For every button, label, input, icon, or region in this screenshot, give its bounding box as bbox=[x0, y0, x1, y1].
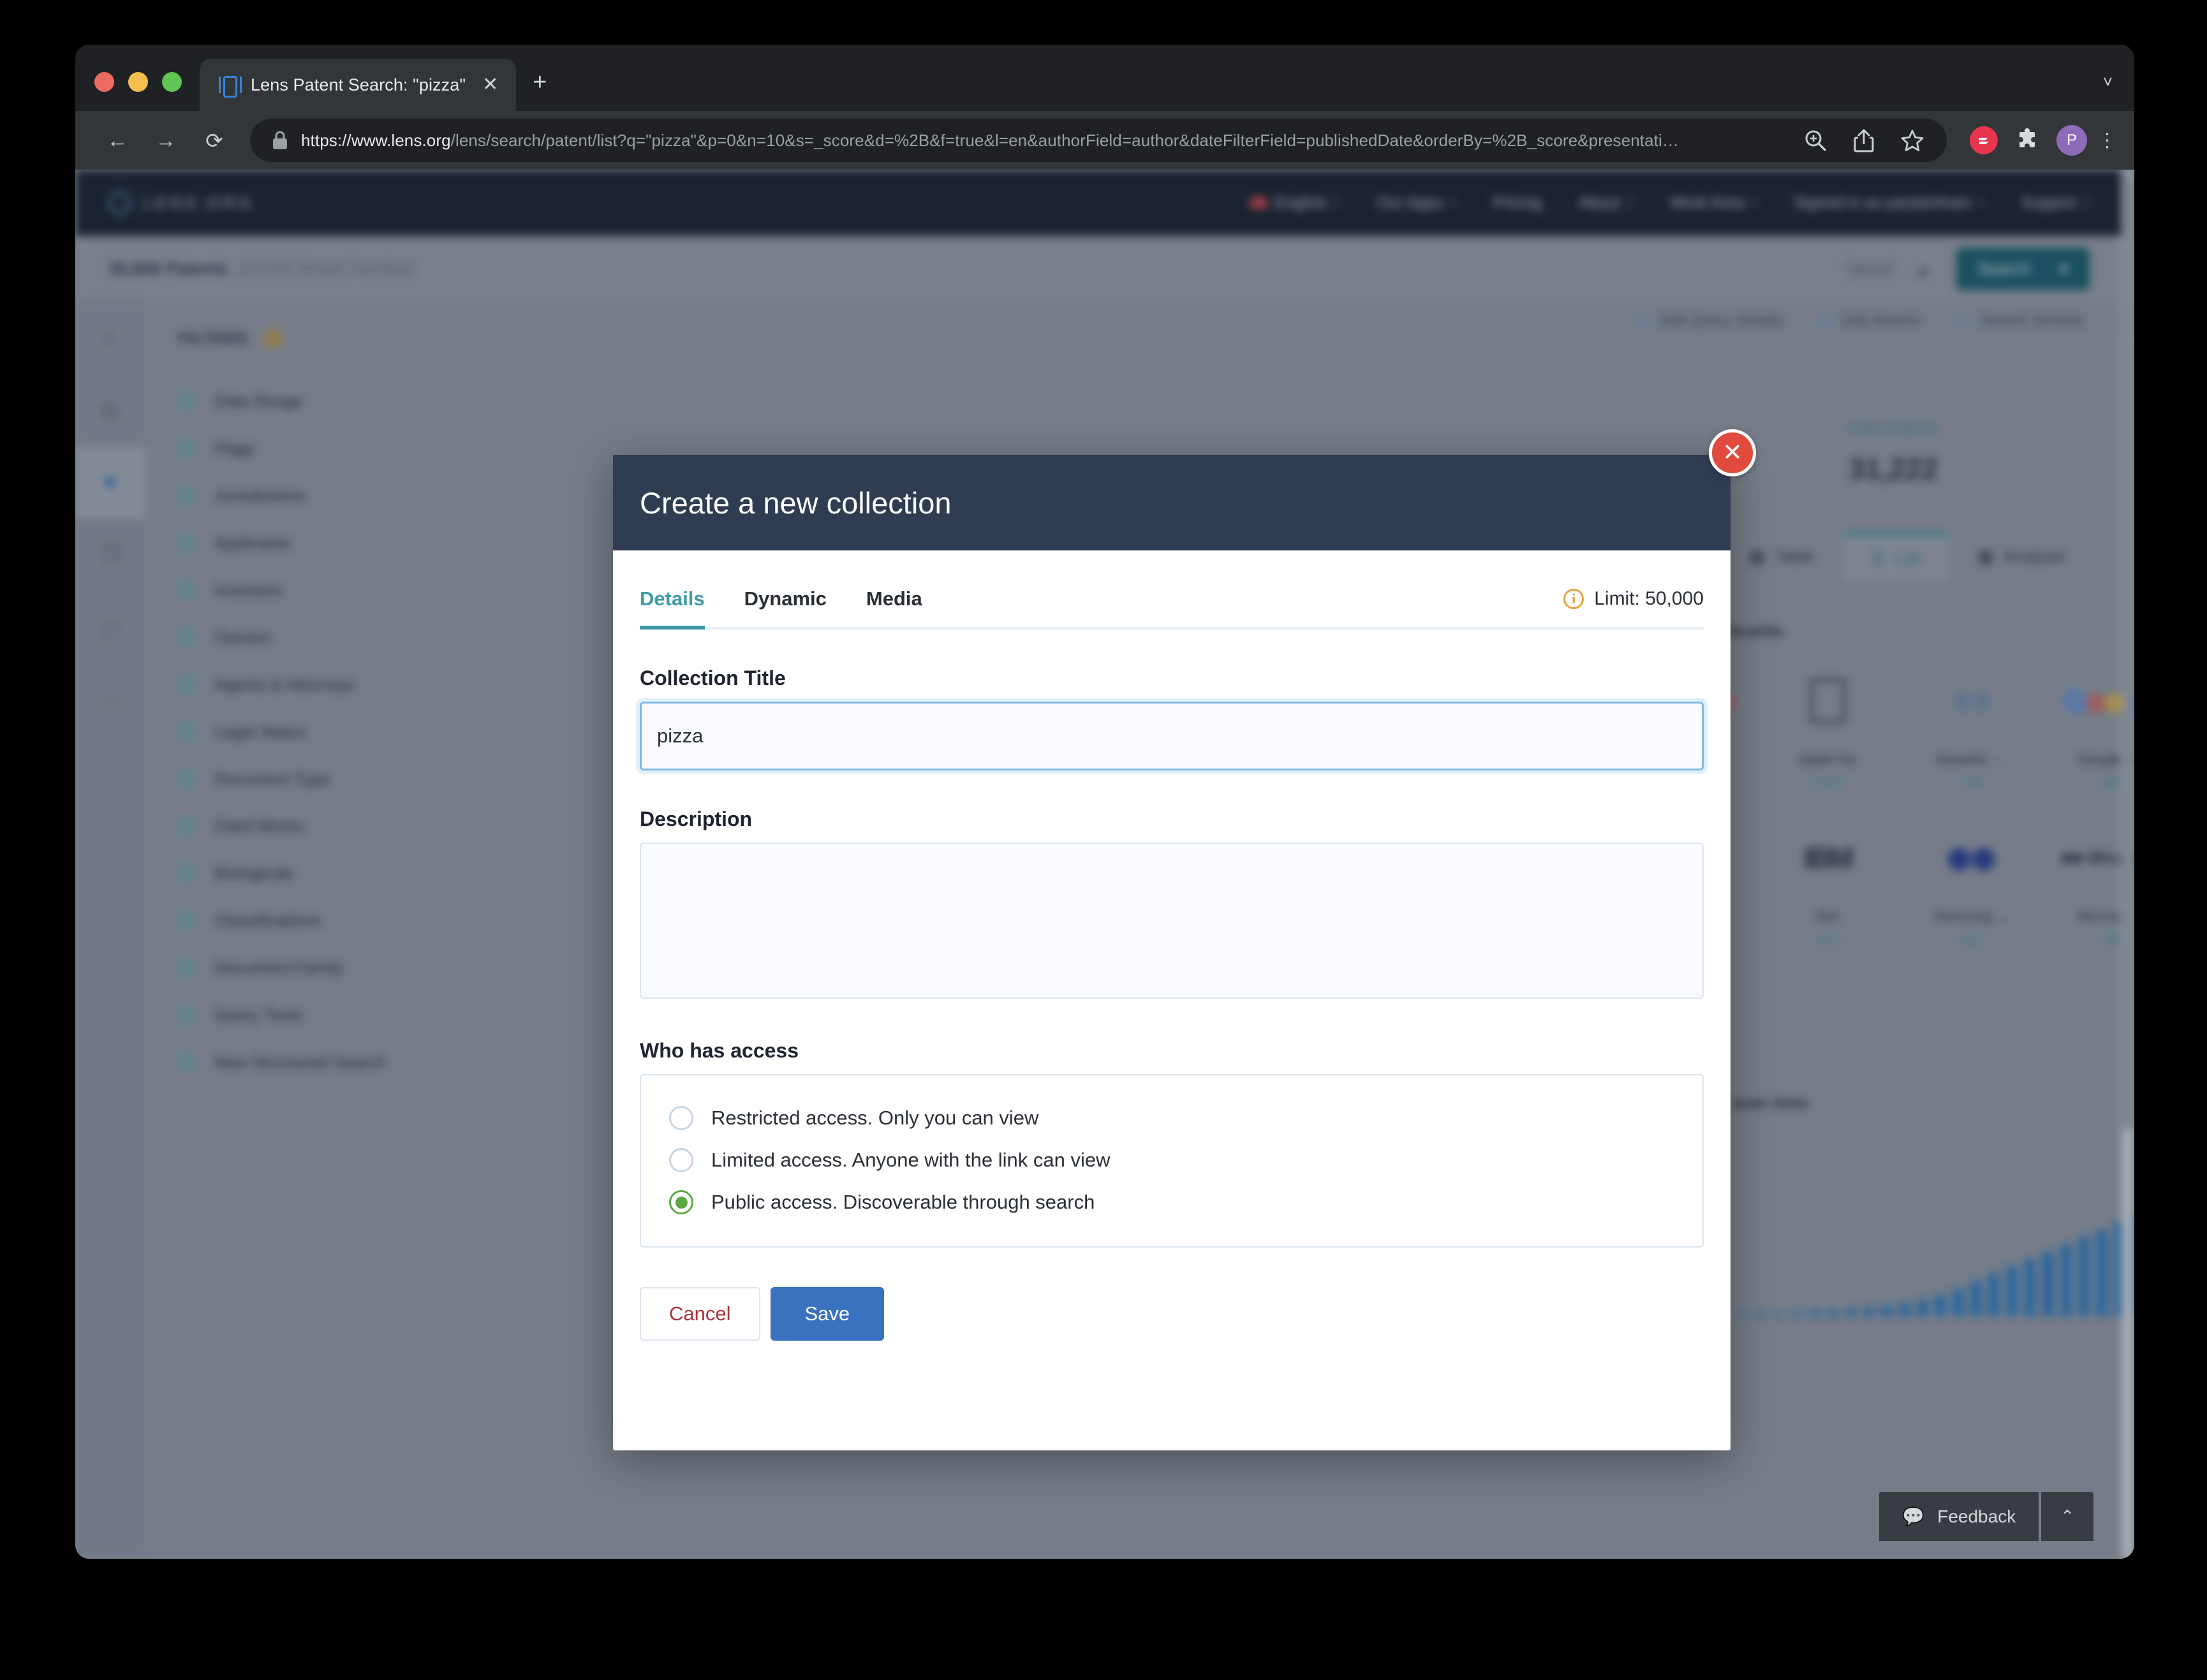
url-host: https://www.lens.org bbox=[301, 130, 451, 150]
close-window-button[interactable] bbox=[94, 72, 114, 92]
tab-media[interactable]: Media bbox=[866, 587, 922, 627]
limit-indicator: i Limit: 50,000 bbox=[1563, 588, 1704, 626]
maximize-window-button[interactable] bbox=[162, 72, 182, 92]
radio-label: Limited access. Anyone with the link can… bbox=[711, 1149, 1111, 1171]
description-input[interactable] bbox=[640, 843, 1704, 999]
forward-button[interactable]: → bbox=[142, 116, 190, 165]
radio-button[interactable] bbox=[669, 1148, 693, 1172]
radio-limited-access[interactable]: Limited access. Anyone with the link can… bbox=[669, 1139, 1674, 1181]
browser-tab-strip: Lens Patent Search: "pizza" ✕ + ˅ bbox=[75, 45, 2134, 111]
tab-details[interactable]: Details bbox=[640, 587, 705, 630]
description-label: Description bbox=[640, 807, 753, 830]
lens-favicon-icon bbox=[219, 74, 242, 98]
grammarly-extension-icon[interactable] bbox=[1970, 126, 1998, 154]
save-button[interactable]: Save bbox=[770, 1287, 885, 1341]
profile-avatar[interactable]: P bbox=[2056, 125, 2087, 156]
minimize-window-button[interactable] bbox=[128, 72, 148, 92]
back-button[interactable]: ← bbox=[93, 116, 142, 165]
modal-tabs: Details Dynamic Media i Limit: 50,000 bbox=[640, 550, 1704, 630]
radio-public-access[interactable]: Public access. Discoverable through sear… bbox=[669, 1181, 1674, 1223]
modal-actions: Cancel Save bbox=[640, 1287, 1704, 1341]
collection-title-label: Collection Title bbox=[640, 667, 786, 689]
create-collection-modal: ✕ Create a new collection Details Dynami… bbox=[613, 429, 1756, 1450]
tab-dynamic[interactable]: Dynamic bbox=[744, 587, 827, 627]
radio-label: Public access. Discoverable through sear… bbox=[711, 1191, 1095, 1213]
radio-button[interactable] bbox=[669, 1190, 693, 1214]
browser-menu-icon[interactable]: ⋮ bbox=[2097, 129, 2117, 152]
window-traffic-lights bbox=[75, 72, 200, 111]
url-path: /lens/search/patent/list?q="pizza"&p=0&n… bbox=[450, 130, 1679, 150]
info-icon: i bbox=[1563, 589, 1584, 609]
browser-tab[interactable]: Lens Patent Search: "pizza" ✕ bbox=[200, 59, 517, 111]
modal-title: Create a new collection bbox=[640, 485, 952, 520]
share-icon[interactable] bbox=[1846, 122, 1882, 158]
tab-title: Lens Patent Search: "pizza" bbox=[251, 75, 466, 94]
access-label: Who has access bbox=[640, 1039, 799, 1062]
modal-header: Create a new collection bbox=[613, 455, 1731, 550]
tab-list-chevron-down-icon[interactable]: ˅ bbox=[2103, 72, 2134, 111]
modal-body: Details Dynamic Media i Limit: 50,000 Co… bbox=[613, 550, 1731, 1341]
bookmark-star-icon[interactable] bbox=[1894, 122, 1930, 158]
browser-window: Lens Patent Search: "pizza" ✕ + ˅ ← → ⟳ … bbox=[75, 45, 2134, 1559]
close-modal-button[interactable]: ✕ bbox=[1709, 429, 1756, 476]
access-radio-group: Restricted access. Only you can view Lim… bbox=[640, 1074, 1704, 1248]
zoom-icon[interactable] bbox=[1797, 122, 1833, 158]
limit-label: Limit: 50,000 bbox=[1594, 588, 1704, 609]
page-viewport: LENS.ORG English ▾ Our Apps ▾ Pricing Ab… bbox=[75, 170, 2134, 1559]
collection-title-input[interactable] bbox=[640, 702, 1704, 770]
reload-button[interactable]: ⟳ bbox=[190, 116, 239, 165]
new-tab-button[interactable]: + bbox=[516, 70, 563, 111]
extensions-puzzle-icon[interactable] bbox=[2009, 122, 2045, 158]
radio-button[interactable] bbox=[669, 1106, 693, 1130]
lock-icon bbox=[272, 130, 288, 151]
cancel-button[interactable]: Cancel bbox=[640, 1287, 760, 1341]
radio-restricted-access[interactable]: Restricted access. Only you can view bbox=[669, 1097, 1674, 1139]
url-text: https://www.lens.org/lens/search/patent/… bbox=[301, 131, 1785, 151]
radio-label: Restricted access. Only you can view bbox=[711, 1107, 1039, 1129]
browser-toolbar: ← → ⟳ https://www.lens.org/lens/search/p… bbox=[75, 111, 2134, 170]
close-tab-icon[interactable]: ✕ bbox=[478, 75, 502, 94]
address-bar[interactable]: https://www.lens.org/lens/search/patent/… bbox=[250, 119, 1947, 162]
